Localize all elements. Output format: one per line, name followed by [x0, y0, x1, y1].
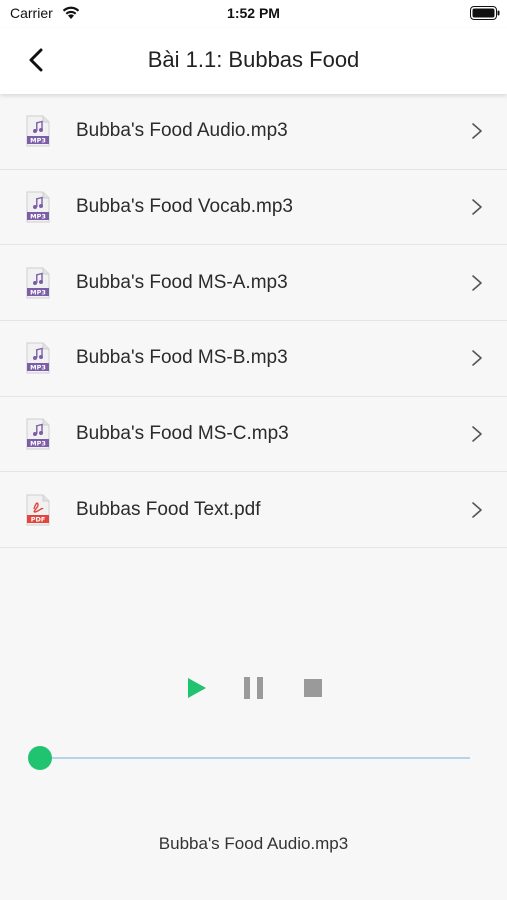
status-bar: Carrier 1:52 PM [0, 0, 507, 28]
file-name: Bubba's Food MS-A.mp3 [76, 271, 288, 293]
file-row[interactable]: MP3 Bubba's Food MS-C.mp3 [0, 396, 507, 473]
mp3-file-icon: MP3 [26, 342, 50, 374]
file-name: Bubba's Food Vocab.mp3 [76, 196, 293, 218]
navigation-bar: Bài 1.1: Bubbas Food [0, 28, 507, 94]
stop-button[interactable] [302, 677, 324, 699]
file-icon-label: MP3 [30, 364, 46, 372]
chevron-right-icon [472, 274, 482, 291]
pdf-file-icon: PDF [26, 494, 50, 526]
file-name: Bubba's Food Audio.mp3 [76, 120, 288, 142]
file-list: MP3 Bubba's Food Audio.mp3 MP3 Bubba's Food… [0, 94, 507, 549]
file-row[interactable]: MP3 Bubba's Food MS-A.mp3 [0, 245, 507, 322]
chevron-right-icon [472, 123, 482, 140]
chevron-left-icon [29, 48, 43, 72]
mp3-file-icon: MP3 [26, 267, 50, 299]
chevron-right-icon [472, 501, 482, 518]
mp3-file-icon: MP3 [26, 191, 50, 223]
battery-icon [470, 6, 500, 20]
file-icon-label: MP3 [30, 213, 46, 221]
player-controls [0, 670, 507, 706]
progress-slider[interactable] [28, 746, 470, 770]
back-button[interactable] [18, 42, 54, 78]
file-icon-label: PDF [31, 515, 46, 523]
chevron-right-icon [472, 350, 482, 367]
status-time: 1:52 PM [227, 5, 280, 21]
file-row[interactable]: PDF Bubbas Food Text.pdf [0, 472, 507, 549]
chevron-right-icon [472, 199, 482, 215]
mp3-file-icon: MP3 [26, 418, 50, 450]
file-row[interactable]: MP3 Bubba's Food Audio.mp3 [0, 94, 507, 170]
file-name: Bubbas Food Text.pdf [76, 498, 261, 520]
stop-icon [304, 679, 322, 697]
file-icon-label: MP3 [30, 288, 46, 296]
mp3-file-icon: MP3 [26, 115, 50, 147]
file-name: Bubba's Food MS-C.mp3 [76, 423, 289, 445]
now-playing-label: Bubba's Food Audio.mp3 [158, 834, 349, 853]
file-row[interactable]: MP3 Bubba's Food Vocab.mp3 [0, 169, 507, 246]
file-row[interactable]: MP3 Bubba's Food MS-B.mp3 [0, 321, 507, 397]
play-icon [188, 678, 206, 698]
pause-icon [244, 677, 263, 699]
play-button[interactable] [183, 675, 209, 701]
file-icon-label: MP3 [30, 440, 46, 448]
slider-thumb[interactable] [28, 746, 52, 770]
chevron-right-icon [472, 426, 482, 442]
file-name: Bubba's Food MS-B.mp3 [76, 347, 288, 369]
page-title: Bài 1.1: Bubbas Food [147, 47, 360, 72]
file-icon-label: MP3 [30, 137, 46, 145]
slider-track [40, 757, 470, 759]
pause-button[interactable] [242, 675, 266, 701]
